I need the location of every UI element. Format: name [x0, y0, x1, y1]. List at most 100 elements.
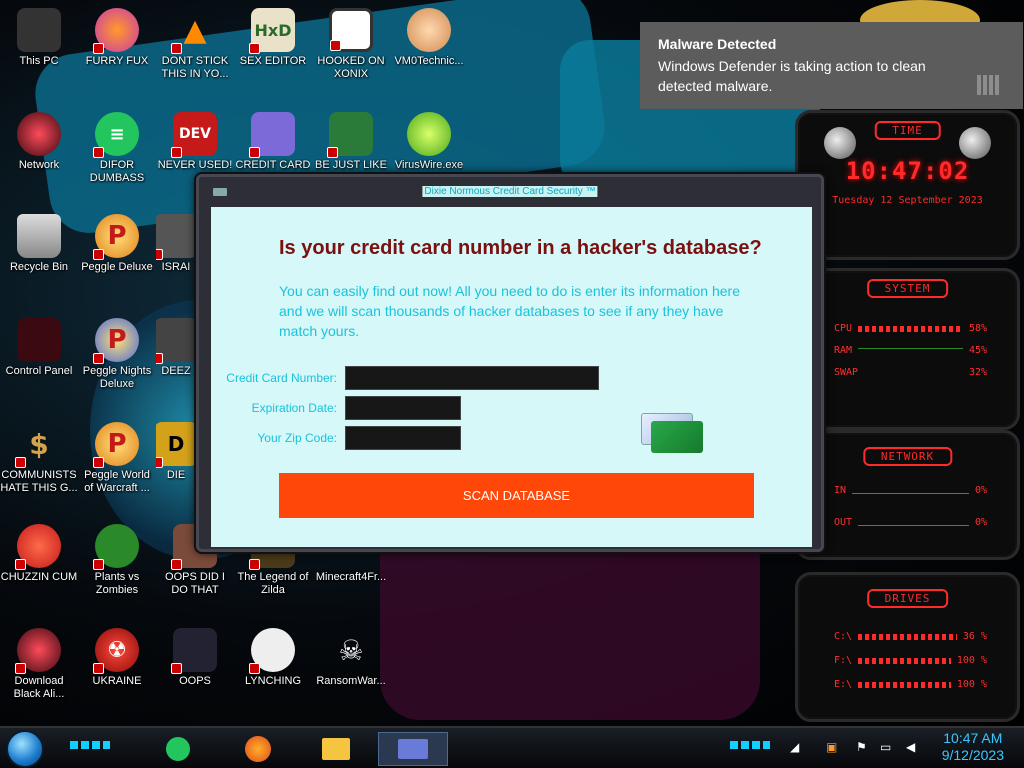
desktop-icon[interactable]: LYNCHING — [234, 628, 312, 688]
peggle-nights-icon: P — [93, 318, 139, 364]
credit-card-security-window[interactable]: Dixie Normous Credit Card Security ™ Is … — [196, 174, 824, 552]
alien-head-icon — [959, 127, 991, 159]
desktop-icon[interactable]: ☢ UKRAINE — [78, 628, 156, 688]
taskbar-time: 10:47 AM — [943, 730, 1003, 746]
defender-icon — [977, 75, 1001, 95]
desktop-icon[interactable]: HOOKED ON XONIX — [312, 8, 390, 81]
app-icon: D — [156, 422, 196, 468]
card-number-row: Credit Card Number: — [213, 366, 599, 390]
computer-icon — [17, 8, 61, 52]
desktop-icon[interactable]: ▲ DONT STICK THIS IN YO... — [156, 8, 234, 81]
peggle-wow-icon: P — [93, 422, 139, 468]
volume-icon[interactable]: ◀ — [906, 740, 915, 754]
gadget-row: F:\ 100 % — [834, 655, 987, 666]
gadget-row: OUT 0% — [834, 517, 987, 528]
desktop-icon[interactable]: ≡ DIFOR DUMBASS — [78, 112, 156, 185]
technician-icon — [407, 8, 451, 52]
desktop-icon[interactable]: Recycle Bin — [0, 214, 78, 274]
chat-app-icon: ≡ — [93, 112, 139, 158]
peggle-icon: P — [93, 214, 139, 260]
network-tray-icon[interactable]: ▭ — [880, 740, 891, 754]
gadget-row: C:\ 36 % — [834, 631, 987, 642]
gadget-title: DRIVES — [866, 589, 949, 608]
desktop-icon[interactable]: P Peggle World of Warcraft ... — [78, 422, 156, 495]
window-titlebar[interactable]: Dixie Normous Credit Card Security ™ — [199, 177, 821, 207]
taskbar-firefox[interactable] — [238, 732, 278, 766]
desktop-icon[interactable]: Control Panel — [0, 318, 78, 378]
desktop-icon[interactable]: P Peggle Deluxe — [78, 214, 156, 274]
app-window-icon — [213, 188, 227, 196]
desktop-icon[interactable]: Network — [0, 112, 78, 172]
taskbar-chat-app[interactable] — [158, 732, 198, 766]
zip-label: Your Zip Code: — [257, 431, 337, 445]
taskbar-credit-card-app[interactable] — [378, 732, 448, 766]
alien-icon — [15, 628, 61, 674]
firefox-icon — [245, 736, 271, 762]
desktop-icon[interactable]: DEV NEVER USED! — [156, 112, 234, 172]
credit-card-app-icon — [249, 112, 295, 158]
expiration-input[interactable] — [345, 396, 461, 420]
vlc-cone-icon: ▲ — [171, 8, 217, 54]
taskbar-decoration — [70, 741, 110, 749]
skull-icon: ☠ — [338, 633, 364, 667]
lime-icon — [407, 112, 451, 156]
taskbar-date: 9/12/2023 — [941, 747, 1004, 763]
desktop-icon[interactable]: Plants vs Zombies — [78, 524, 156, 597]
desktop-icon[interactable]: BE JUST LIKE — [312, 112, 390, 172]
control-panel-icon — [17, 318, 61, 362]
chat-app-icon — [166, 737, 190, 761]
expiration-row: Expiration Date: — [213, 396, 461, 420]
taskbar-clock[interactable]: 10:47 AM 9/12/2023 — [942, 730, 1004, 764]
desktop-icon[interactable]: VirusWire.exe — [390, 112, 468, 172]
santa-game-icon — [327, 112, 373, 158]
gadget-clock: 10:47:02 — [845, 157, 970, 185]
recycle-bin-icon — [17, 214, 61, 258]
tray-chevron-icon[interactable]: ◢ — [790, 740, 799, 754]
desktop-icon[interactable]: VM0Technic... — [390, 8, 468, 68]
money-bag-icon: $ — [15, 422, 61, 468]
page-description: You can easily find out now! All you nee… — [279, 283, 740, 339]
tray-app-icon[interactable]: ▣ — [826, 740, 837, 754]
network-gadget: NETWORK IN 0% OUT 0% — [795, 430, 1020, 560]
credit-card-app-icon — [398, 739, 428, 759]
drives-gadget: DRIVES C:\ 36 % F:\ 100 % E:\ 100 % — [795, 572, 1020, 722]
card-number-input[interactable] — [345, 366, 599, 390]
desktop-icon[interactable]: OOPS — [156, 628, 234, 688]
desktop-icon[interactable]: This PC — [0, 8, 78, 68]
gadget-date: Tuesday 12 September 2023 — [832, 195, 983, 206]
desktop-icon[interactable]: FURRY FUX — [78, 8, 156, 68]
desktop-icon[interactable]: ☠ RansomWar... — [312, 628, 390, 688]
zip-input[interactable] — [345, 426, 461, 450]
desktop-icon[interactable]: HxD SEX EDITOR — [234, 8, 312, 68]
desktop-icon[interactable]: P Peggle Nights Deluxe — [78, 318, 156, 391]
hex-editor-icon: HxD — [249, 8, 295, 54]
gadget-row: IN 0% — [834, 485, 987, 496]
desktop-icon[interactable]: $ COMMUNISTS HATE THIS G... — [0, 422, 78, 495]
flag-icon[interactable]: ⚑ — [856, 740, 867, 754]
malware-notification[interactable]: Malware Detected Windows Defender is tak… — [640, 22, 1023, 109]
system-gadget: SYSTEM CPU 58% RAM 45% SWAP 32% — [795, 268, 1020, 430]
taskbar-decoration — [730, 741, 770, 749]
chuzzle-icon — [15, 524, 61, 570]
rope-icon — [249, 628, 295, 674]
taskbar: ◢ ▣ ⚑ ▭ ◀ 10:47 AM 9/12/2023 — [0, 726, 1024, 768]
desktop-icon[interactable]: DEEZ — [156, 318, 196, 378]
xonix-game-icon — [329, 8, 373, 52]
gadget-title: SYSTEM — [866, 279, 949, 298]
time-gadget: TIME 10:47:02 Tuesday 12 September 2023 — [795, 110, 1020, 260]
gadget-row: SWAP 32% — [834, 367, 987, 378]
gadget-title: NETWORK — [862, 447, 953, 466]
dev-cpp-icon: DEV — [171, 112, 217, 158]
app-icon — [156, 214, 196, 260]
desktop-icon[interactable]: ISRAI — [156, 214, 196, 274]
scan-database-button[interactable]: SCAN DATABASE — [279, 473, 754, 518]
desktop-icon[interactable]: CHUZZIN CUM — [0, 524, 78, 584]
desktop-icon[interactable]: CREDIT CARD — [234, 112, 312, 172]
start-button[interactable] — [6, 730, 44, 768]
taskbar-file-explorer[interactable] — [316, 732, 356, 766]
card-number-label: Credit Card Number: — [226, 371, 337, 385]
firefox-icon — [93, 8, 139, 54]
desktop-icon[interactable]: D DIE — [156, 422, 196, 482]
desktop-icon[interactable]: Download Black Ali... — [0, 628, 78, 701]
notification-body: Windows Defender is taking action to cle… — [658, 58, 926, 94]
